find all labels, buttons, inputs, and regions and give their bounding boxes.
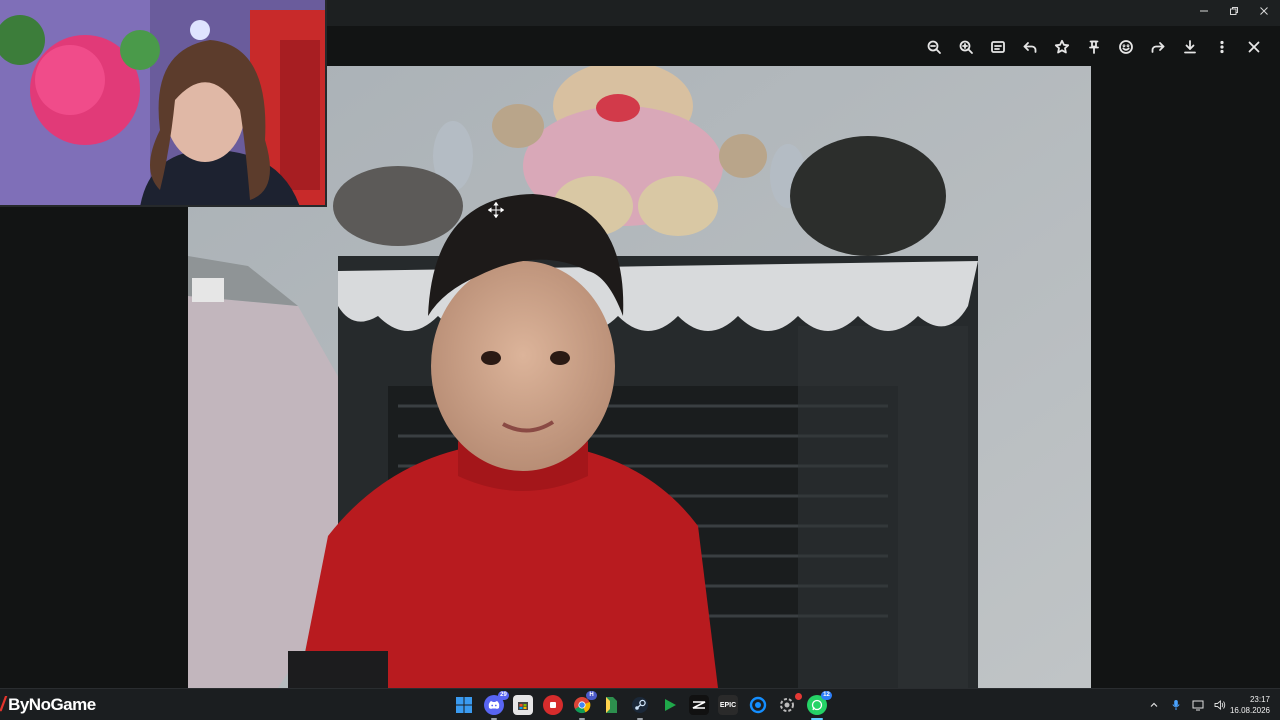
move-cursor-icon (487, 201, 505, 219)
discord-taskbar-button[interactable]: 29 (484, 691, 509, 720)
desktop: / ByNoGame 29 H EPIC 12 23:17 16.08.2026 (0, 0, 1280, 720)
pin-icon (1089, 40, 1099, 54)
windows-icon (456, 697, 472, 713)
zoom-in-button[interactable] (955, 36, 977, 58)
system-tray (1146, 689, 1228, 720)
close-window-button[interactable] (1249, 0, 1279, 22)
file-app-taskbar-button[interactable] (601, 695, 621, 715)
brand-mark: / (0, 693, 6, 716)
restore-button[interactable] (1219, 0, 1249, 22)
clock-date: 16.08.2026 (1229, 706, 1270, 715)
brand-logo: / ByNoGame (0, 689, 96, 720)
clock-time: 23:17 (1249, 695, 1270, 704)
brand-name: ByNoGame (8, 695, 96, 714)
caption-button[interactable] (987, 36, 1009, 58)
capcut-icon (692, 701, 706, 709)
notification-dot (795, 693, 802, 700)
discord-icon (488, 701, 500, 709)
red-app-taskbar-button[interactable] (543, 695, 563, 715)
download-icon (1184, 40, 1196, 54)
zoom-out-button[interactable] (923, 36, 945, 58)
clock[interactable]: 23:17 16.08.2026 (1230, 694, 1270, 716)
epic-icon: EPIC (719, 701, 737, 709)
battlenet-taskbar-button[interactable] (748, 695, 768, 715)
battlenet-icon (749, 696, 767, 714)
zoom-in-icon (959, 40, 973, 54)
file-icon (606, 697, 617, 713)
microphone-icon (1172, 700, 1180, 710)
reply-button[interactable] (1019, 36, 1041, 58)
webcam-overlay (0, 0, 327, 207)
epic-games-taskbar-button[interactable]: EPIC (718, 695, 738, 715)
store-icon (518, 702, 528, 710)
show-hidden-icons-button[interactable] (1146, 697, 1162, 713)
download-button[interactable] (1179, 36, 1201, 58)
chrome-taskbar-button[interactable]: H (572, 691, 597, 720)
more-options-button[interactable] (1211, 36, 1233, 58)
chrome-profile-badge: H (586, 691, 597, 700)
star-icon (1054, 39, 1070, 54)
close-window-icon (1260, 7, 1268, 15)
settings-taskbar-button[interactable] (777, 693, 802, 715)
microphone-button[interactable] (1168, 697, 1184, 713)
red-app-icon (550, 702, 556, 708)
store-taskbar-button[interactable] (513, 695, 533, 715)
forward-icon (1151, 42, 1165, 53)
taskbar: / ByNoGame 29 H EPIC 12 23:17 16.08.2026 (0, 688, 1280, 720)
chevron-up-icon (1150, 702, 1158, 707)
gear-icon (780, 698, 794, 712)
restore-icon (1230, 7, 1238, 15)
windows-start-button[interactable] (454, 695, 474, 715)
close-icon (1248, 41, 1260, 53)
whatsapp-badge: 12 (821, 691, 832, 700)
play-icon (665, 699, 676, 711)
network-button[interactable] (1190, 697, 1206, 713)
network-icon (1192, 700, 1204, 711)
close-viewer-button[interactable] (1243, 36, 1265, 58)
caption-icon (991, 41, 1005, 53)
discord-badge: 29 (498, 691, 509, 700)
reply-icon (1023, 42, 1037, 53)
webcam-feed (0, 0, 325, 205)
whatsapp-icon (811, 699, 823, 711)
steam-icon (632, 697, 648, 713)
media-app-taskbar-button[interactable] (660, 695, 680, 715)
kebab-icon (1220, 40, 1224, 54)
star-button[interactable] (1051, 36, 1073, 58)
pin-button[interactable] (1083, 36, 1105, 58)
react-button[interactable] (1115, 36, 1137, 58)
speaker-icon (1214, 700, 1226, 710)
minimize-button[interactable] (1189, 0, 1219, 22)
capcut-taskbar-button[interactable] (689, 695, 709, 715)
whatsapp-taskbar-button[interactable]: 12 (807, 691, 832, 720)
emoji-icon (1119, 40, 1133, 54)
forward-button[interactable] (1147, 36, 1169, 58)
minimize-icon (1200, 10, 1208, 12)
steam-taskbar-button[interactable] (630, 695, 650, 720)
volume-button[interactable] (1212, 697, 1228, 713)
zoom-out-icon (927, 40, 941, 54)
